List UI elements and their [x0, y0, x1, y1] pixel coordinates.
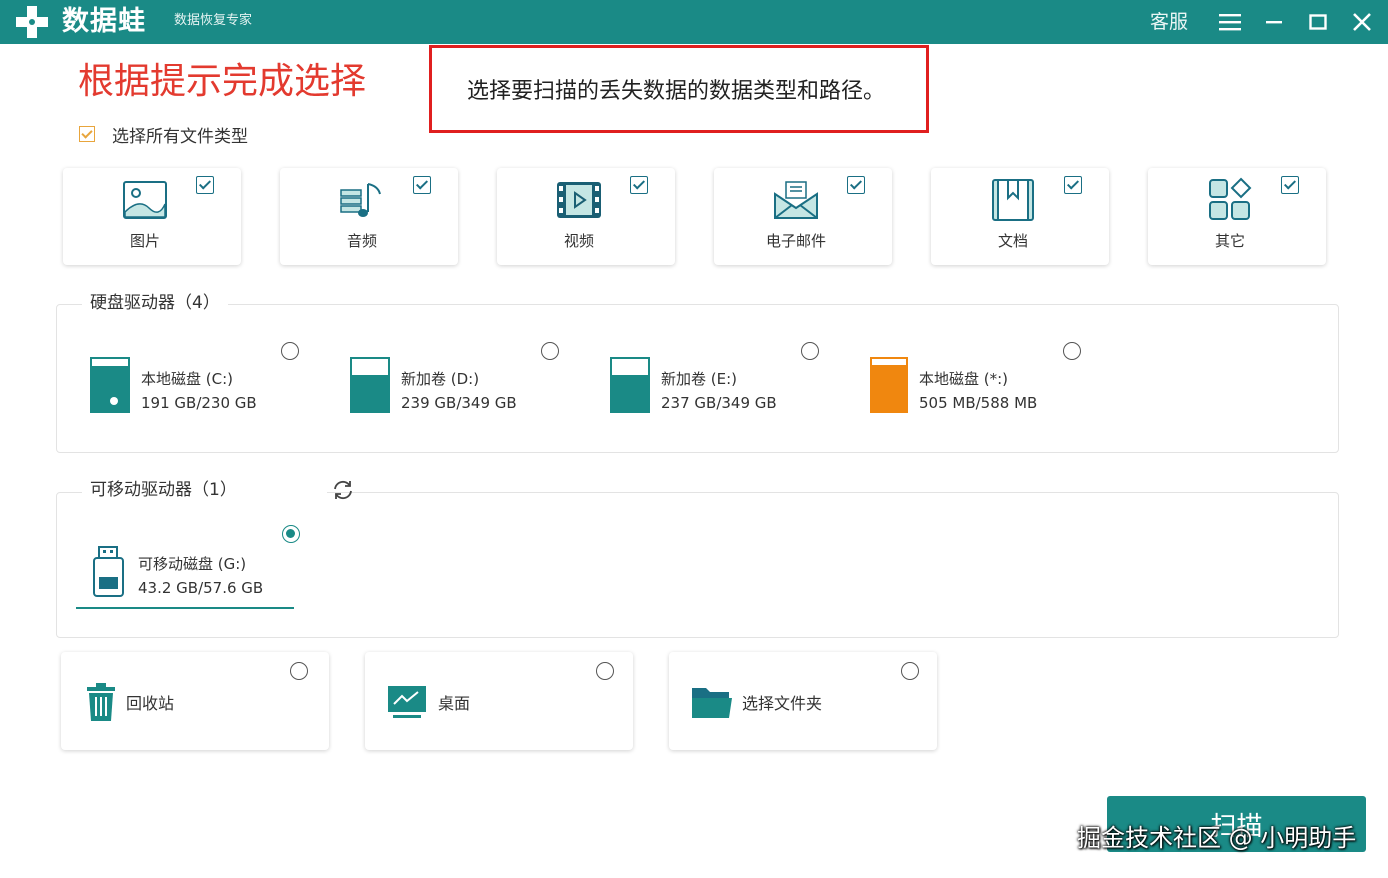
type-label: 音频 [346, 232, 377, 250]
customer-service-link[interactable]: 客服 [1150, 10, 1188, 34]
drive-item-g[interactable]: 可移动磁盘 (G:) 43.2 GB/57.6 GB [92, 546, 282, 598]
type-checkbox[interactable] [630, 176, 648, 194]
type-checkbox[interactable] [1064, 176, 1082, 194]
hard-drive-icon [610, 357, 650, 413]
type-card-audio[interactable]: 音频 [280, 168, 458, 265]
drive-radio-c[interactable] [281, 342, 299, 360]
type-label: 视频 [563, 232, 594, 250]
type-card-other[interactable]: 其它 [1148, 168, 1326, 265]
hard-drive-icon [870, 357, 908, 413]
type-label: 文档 [997, 232, 1028, 250]
hard-drive-icon [350, 357, 390, 413]
location-radio[interactable] [596, 662, 614, 680]
music-icon [340, 183, 381, 217]
drive-size: 237 GB/349 GB [661, 394, 777, 412]
drive-size: 505 MB/588 MB [919, 394, 1038, 412]
maximize-icon[interactable] [1304, 8, 1332, 36]
location-label: 选择文件夹 [742, 694, 823, 713]
drive-name: 新加卷 (E:) [661, 370, 738, 388]
refresh-icon[interactable] [331, 479, 355, 501]
type-card-video[interactable]: 视频 [497, 168, 675, 265]
select-all-checkbox[interactable] [79, 126, 95, 142]
hard-drive-icon [90, 357, 130, 413]
other-icon [1209, 177, 1252, 220]
watermark-text: 掘金技术社区 @ 小明助手 [1077, 824, 1357, 852]
menu-icon[interactable] [1216, 8, 1244, 36]
select-all-types[interactable]: 选择所有文件类型 [79, 124, 248, 147]
drive-radio-e[interactable] [801, 342, 819, 360]
app-name: 数据蛙 [62, 6, 146, 37]
location-label: 回收站 [126, 694, 175, 713]
location-recycle-bin[interactable]: 回收站 [61, 652, 329, 750]
trash-icon [87, 683, 115, 721]
type-checkbox[interactable] [196, 176, 214, 194]
close-icon[interactable] [1348, 8, 1376, 36]
drive-radio-d[interactable] [541, 342, 559, 360]
location-radio[interactable] [290, 662, 308, 680]
drive-radio-other[interactable] [1063, 342, 1081, 360]
type-card-image[interactable]: 图片 [63, 168, 241, 265]
drive-radio-g[interactable] [282, 525, 300, 543]
type-checkbox[interactable] [413, 176, 431, 194]
drive-name: 可移动磁盘 (G:) [138, 555, 247, 573]
type-label: 图片 [129, 232, 160, 250]
drive-item-e[interactable]: 新加卷 (E:) 237 GB/349 GB [610, 357, 810, 413]
video-icon [557, 182, 601, 218]
drive-size: 239 GB/349 GB [401, 394, 517, 412]
drive-name: 本地磁盘 (C:) [141, 370, 233, 388]
document-icon [992, 179, 1034, 221]
type-checkbox[interactable] [847, 176, 865, 194]
select-all-label: 选择所有文件类型 [112, 126, 248, 147]
app-logo-icon [16, 6, 48, 38]
desktop-icon [388, 686, 426, 718]
drive-item-d[interactable]: 新加卷 (D:) 239 GB/349 GB [350, 357, 550, 413]
selected-underline [76, 607, 294, 609]
minimize-icon[interactable] [1261, 8, 1289, 36]
instruction-heading: 根据提示完成选择 [78, 61, 367, 102]
drive-size: 43.2 GB/57.6 GB [138, 579, 264, 597]
drive-item-other[interactable]: 本地磁盘 (*:) 505 MB/588 MB [870, 357, 1070, 413]
mail-icon [774, 181, 818, 219]
drive-name: 新加卷 (D:) [401, 370, 480, 388]
drive-item-c[interactable]: 本地磁盘 (C:) 191 GB/230 GB [90, 357, 290, 413]
location-desktop[interactable]: 桌面 [365, 652, 633, 750]
removable-drives-title: 可移动驱动器（1） [82, 479, 327, 501]
location-radio[interactable] [901, 662, 919, 680]
drive-size: 191 GB/230 GB [141, 394, 257, 412]
location-choose-folder[interactable]: 选择文件夹 [669, 652, 937, 750]
image-icon [123, 181, 167, 219]
type-card-document[interactable]: 文档 [931, 168, 1109, 265]
hard-drives-title: 硬盘驱动器（4） [82, 292, 228, 314]
location-label: 桌面 [438, 694, 471, 713]
usb-drive-icon [93, 546, 124, 597]
type-label: 其它 [1214, 232, 1245, 250]
tip-text: 选择要扫描的丢失数据的数据类型和路径。 [467, 79, 886, 104]
app-subtitle: 数据恢复专家 [174, 13, 253, 28]
drive-name: 本地磁盘 (*:) [919, 370, 1009, 388]
folder-icon [692, 688, 732, 718]
type-label: 电子邮件 [765, 232, 826, 250]
type-card-email[interactable]: 电子邮件 [714, 168, 892, 265]
type-checkbox[interactable] [1281, 176, 1299, 194]
